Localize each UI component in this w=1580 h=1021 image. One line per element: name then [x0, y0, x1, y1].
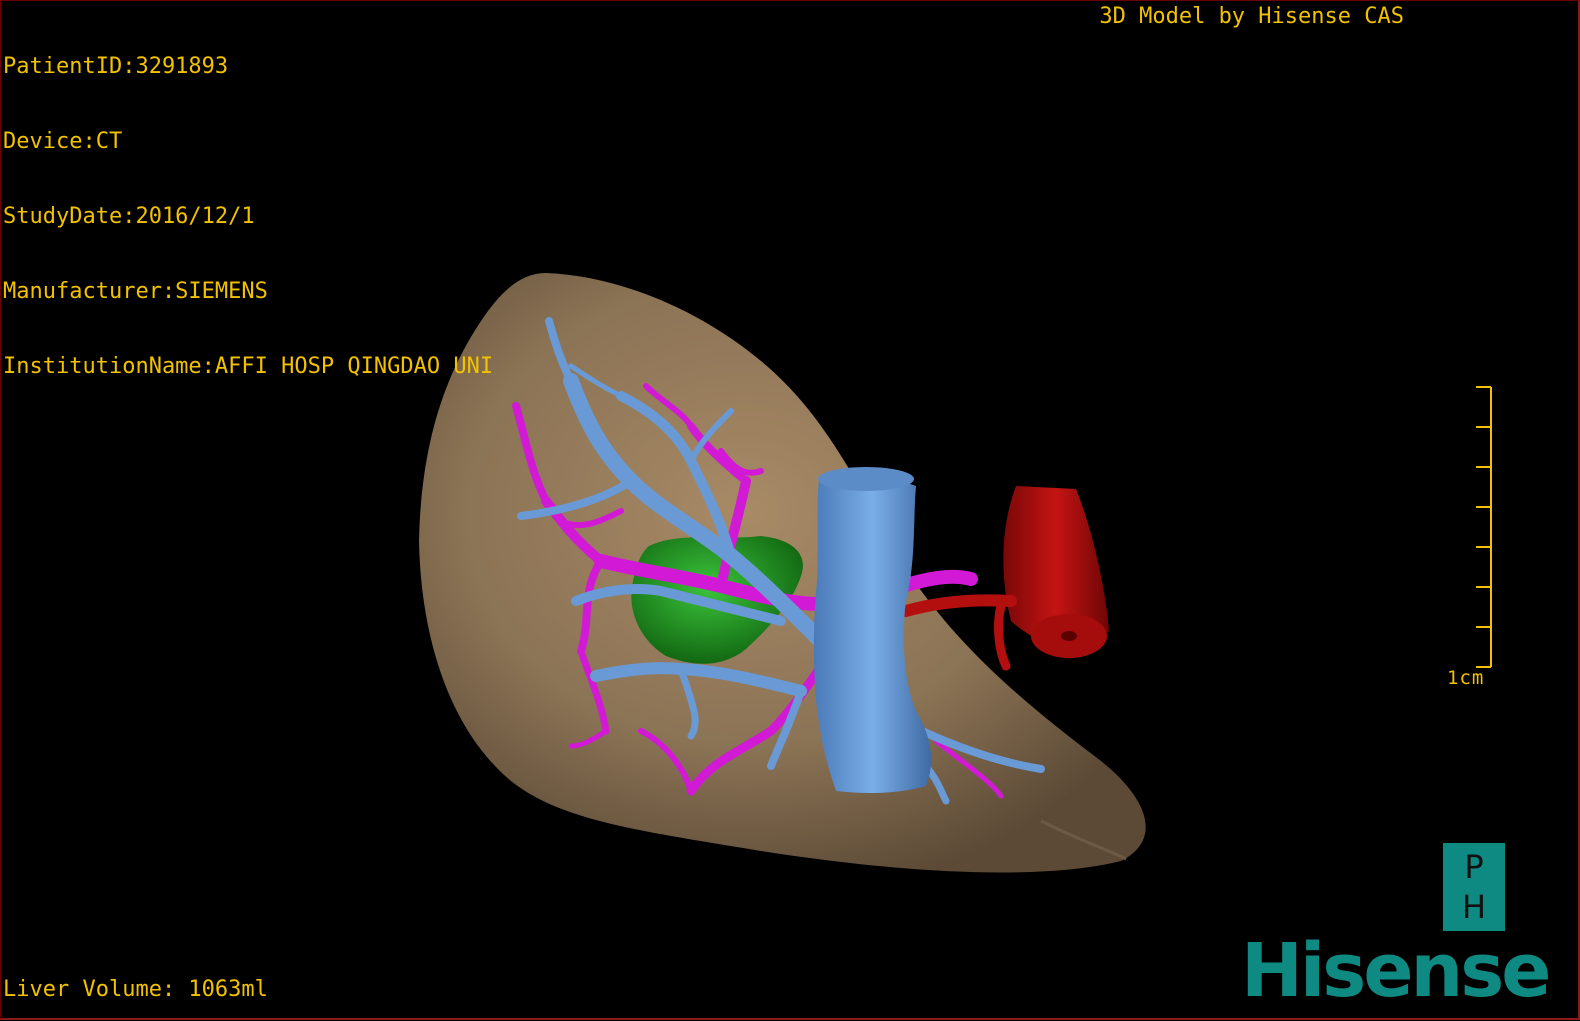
liver-volume: Liver Volume: 1063ml — [3, 977, 268, 1002]
manufacturer: Manufacturer:SIEMENS — [3, 279, 268, 304]
patient-info-panel: PatientID:3291893 Device:CT StudyDate:20… — [3, 4, 493, 429]
scale-label: 1cm — [1447, 667, 1485, 689]
3d-viewport[interactable]: PatientID:3291893 Device:CT StudyDate:20… — [0, 0, 1580, 1020]
patient-id: PatientID:3291893 — [3, 54, 229, 79]
institution-name: InstitutionName:AFFI HOSP QINGDAO UNI — [3, 354, 494, 379]
model-credit: 3D Model by Hisense CAS — [1099, 4, 1404, 29]
device: Device:CT — [3, 129, 123, 154]
study-date: StudyDate:2016/12/1 — [3, 204, 255, 229]
badge-letter-top: P — [1464, 848, 1484, 886]
hisense-logo: Hisense — [1241, 928, 1551, 1014]
ph-badge-logo: P H — [1443, 843, 1505, 931]
scale-bar — [1476, 386, 1492, 668]
badge-letter-bottom: H — [1461, 888, 1487, 926]
